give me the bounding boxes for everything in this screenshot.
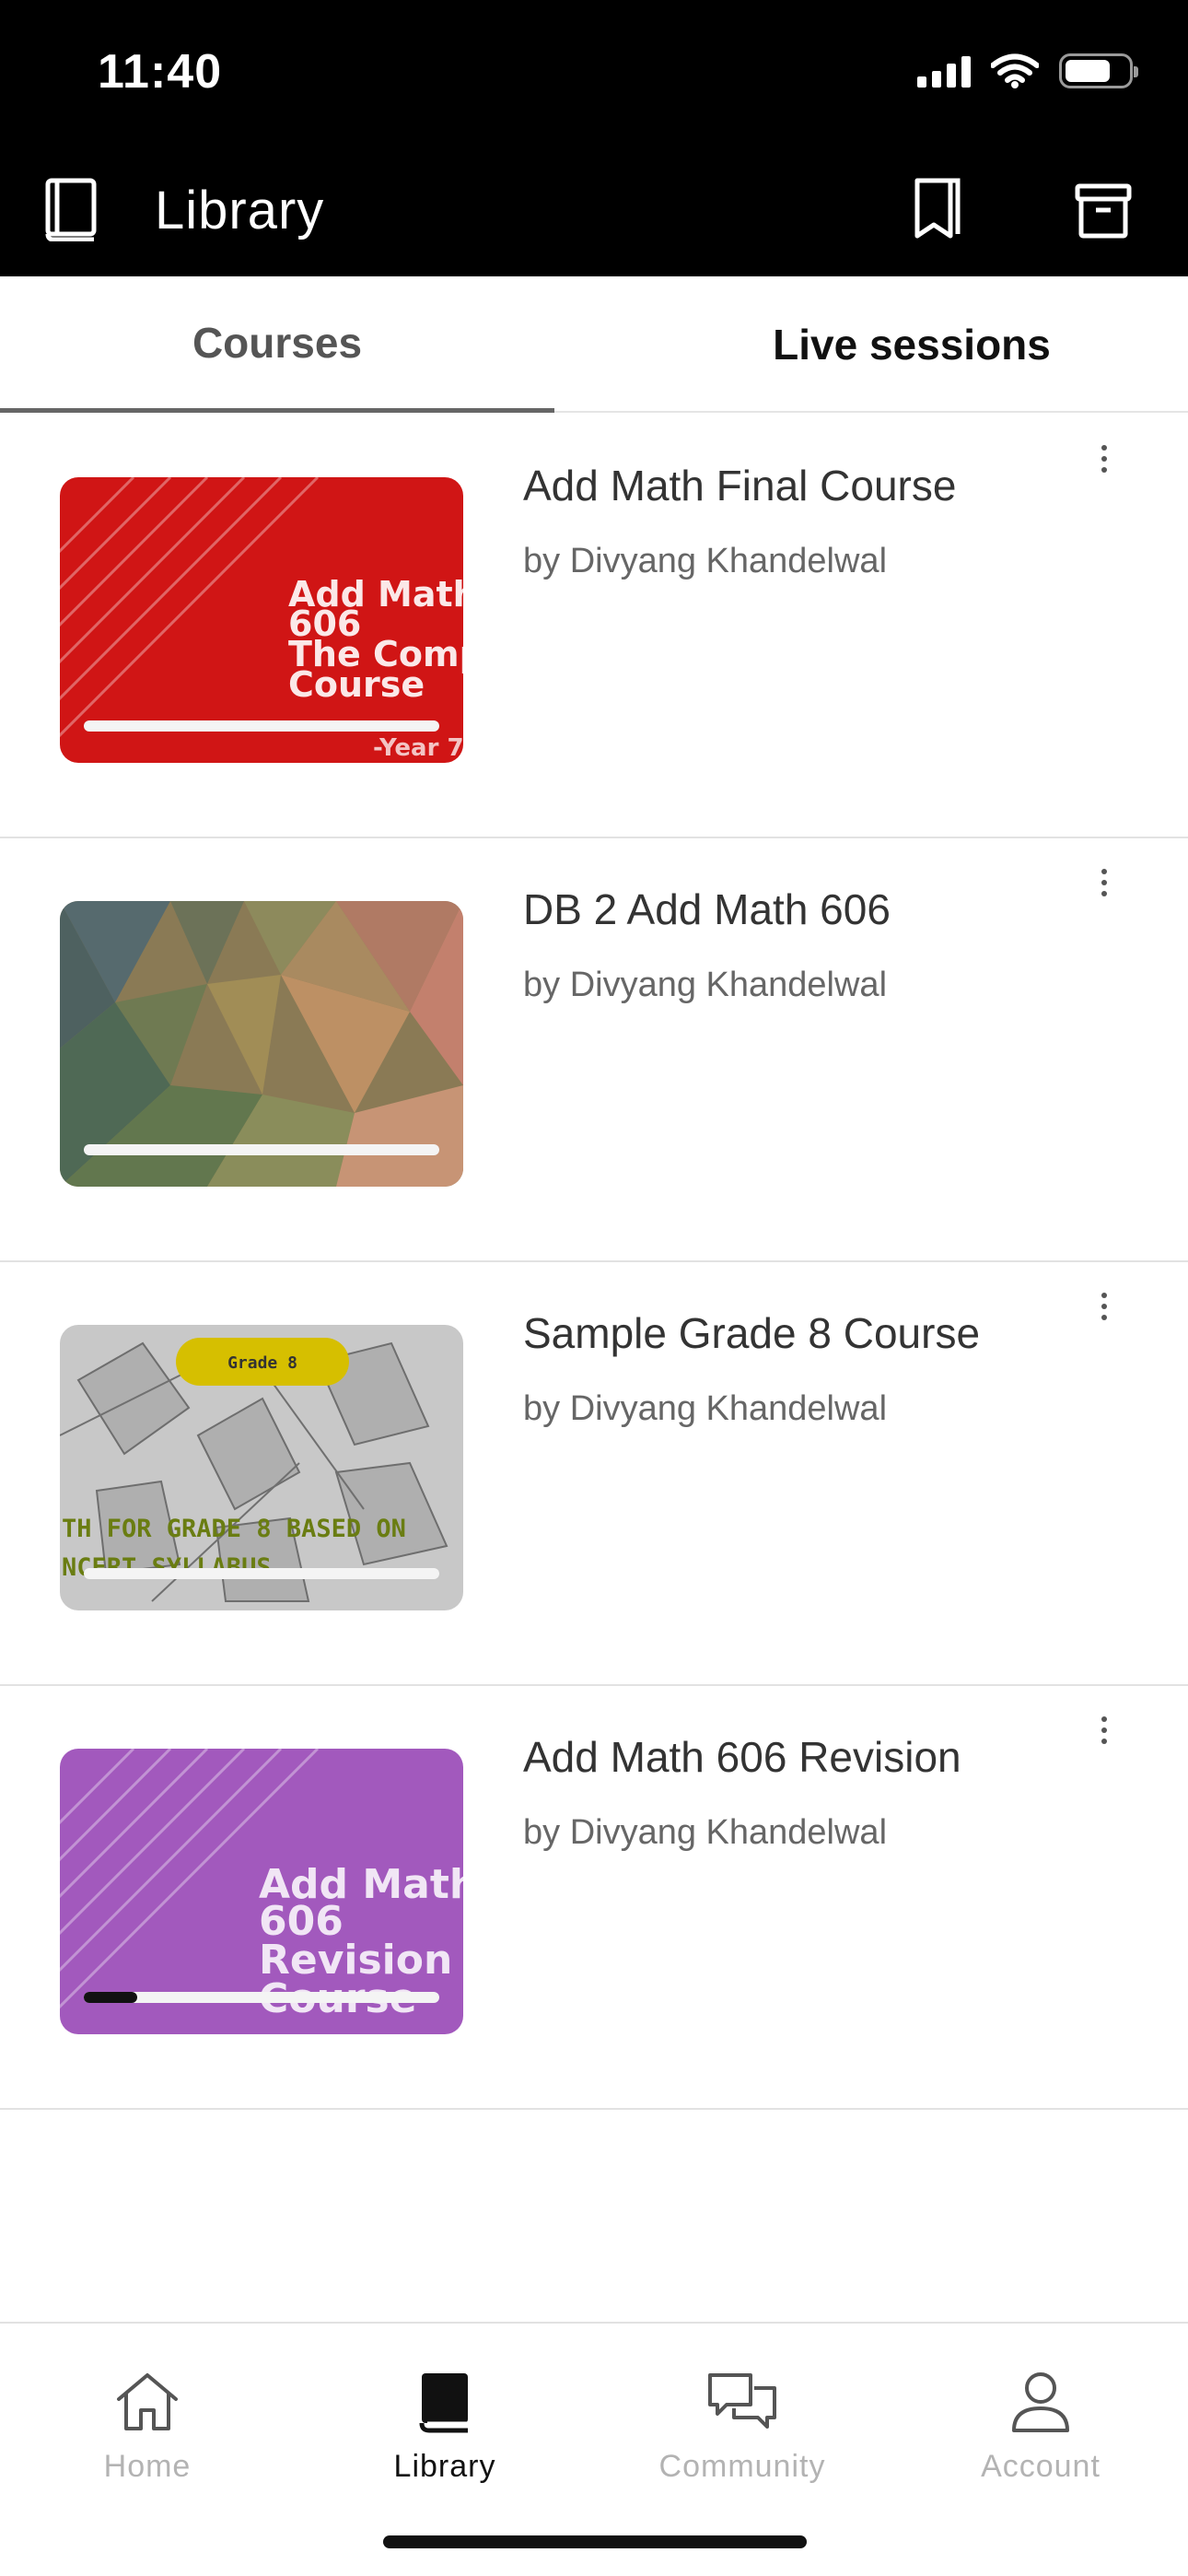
top-bar: 11:40 Library — [0, 0, 1188, 276]
signal-icon — [917, 54, 971, 88]
home-indicator[interactable] — [383, 2535, 807, 2548]
battery-icon — [1059, 53, 1138, 88]
course-progress-bar — [84, 1568, 439, 1579]
nav-label: Account — [981, 2449, 1101, 2484]
course-title[interactable]: DB 2 Add Math 606 — [523, 884, 891, 934]
page-title: Library — [155, 181, 325, 240]
bookmark-icon[interactable] — [912, 177, 963, 241]
course-title[interactable]: Add Math 606 Revision — [523, 1732, 961, 1782]
course-author: by Divyang Khandelwal — [523, 966, 888, 1004]
nav-account[interactable]: Account — [930, 2342, 1151, 2499]
more-options-icon[interactable] — [1087, 1282, 1122, 1330]
course-progress-bar — [84, 720, 439, 732]
course-title[interactable]: Add Math Final Course — [523, 461, 956, 510]
nav-community[interactable]: Community — [632, 2342, 853, 2499]
status-time: 11:40 — [98, 45, 223, 99]
course-item[interactable]: DB 2 Add Math 606 by Divyang Khandelwal — [0, 838, 1188, 1262]
course-thumbnail[interactable]: Add Math 606 The Compl Course -Year 7 — [60, 477, 463, 763]
course-progress-bar — [84, 1144, 439, 1155]
nav-label: Community — [658, 2449, 826, 2484]
home-icon — [117, 2373, 178, 2430]
thumb-badge: Grade 8 — [227, 1353, 297, 1373]
status-icons — [917, 53, 1138, 88]
course-item[interactable]: Grade 8 TH FOR GRADE 8 BASED ON NCERT SY… — [0, 1262, 1188, 1686]
wifi-icon — [991, 53, 1039, 88]
progress-fill — [84, 1992, 137, 2003]
course-item[interactable]: Add Math 606 Revision Course Add Math 60… — [0, 1686, 1188, 2110]
tab-courses[interactable]: Courses — [0, 276, 554, 413]
book-icon — [419, 2373, 468, 2433]
library-book-icon[interactable] — [42, 177, 101, 241]
course-author: by Divyang Khandelwal — [523, 1813, 888, 1852]
nav-home[interactable]: Home — [37, 2342, 258, 2499]
nav-library[interactable]: Library — [334, 2342, 555, 2499]
course-progress-bar — [84, 1992, 439, 2003]
more-options-icon[interactable] — [1087, 859, 1122, 907]
course-thumbnail[interactable]: Add Math 606 Revision Course — [60, 1749, 463, 2034]
thumb-text-line: TH FOR GRADE 8 BASED ON — [62, 1515, 406, 1543]
more-options-icon[interactable] — [1087, 435, 1122, 483]
course-thumbnail[interactable]: Grade 8 TH FOR GRADE 8 BASED ON NCERT SY… — [60, 1325, 463, 1610]
thumb-footer: -Year 7 — [373, 734, 463, 762]
archive-icon[interactable] — [1074, 181, 1133, 240]
course-title[interactable]: Sample Grade 8 Course — [523, 1308, 980, 1358]
course-author: by Divyang Khandelwal — [523, 1389, 888, 1428]
more-options-icon[interactable] — [1087, 1706, 1122, 1754]
course-thumbnail[interactable] — [60, 901, 463, 1187]
nav-label: Home — [103, 2449, 192, 2484]
tab-live-sessions[interactable]: Live sessions — [643, 276, 1181, 413]
library-tabs: Courses Live sessions — [0, 276, 1188, 413]
course-author: by Divyang Khandelwal — [523, 542, 888, 580]
course-item[interactable]: Add Math 606 The Compl Course -Year 7 Ad… — [0, 415, 1188, 838]
nav-label: Library — [393, 2449, 496, 2484]
person-icon — [1012, 2372, 1069, 2432]
chat-bubbles-icon — [708, 2373, 776, 2429]
thumb-text-line: Course — [288, 664, 425, 705]
